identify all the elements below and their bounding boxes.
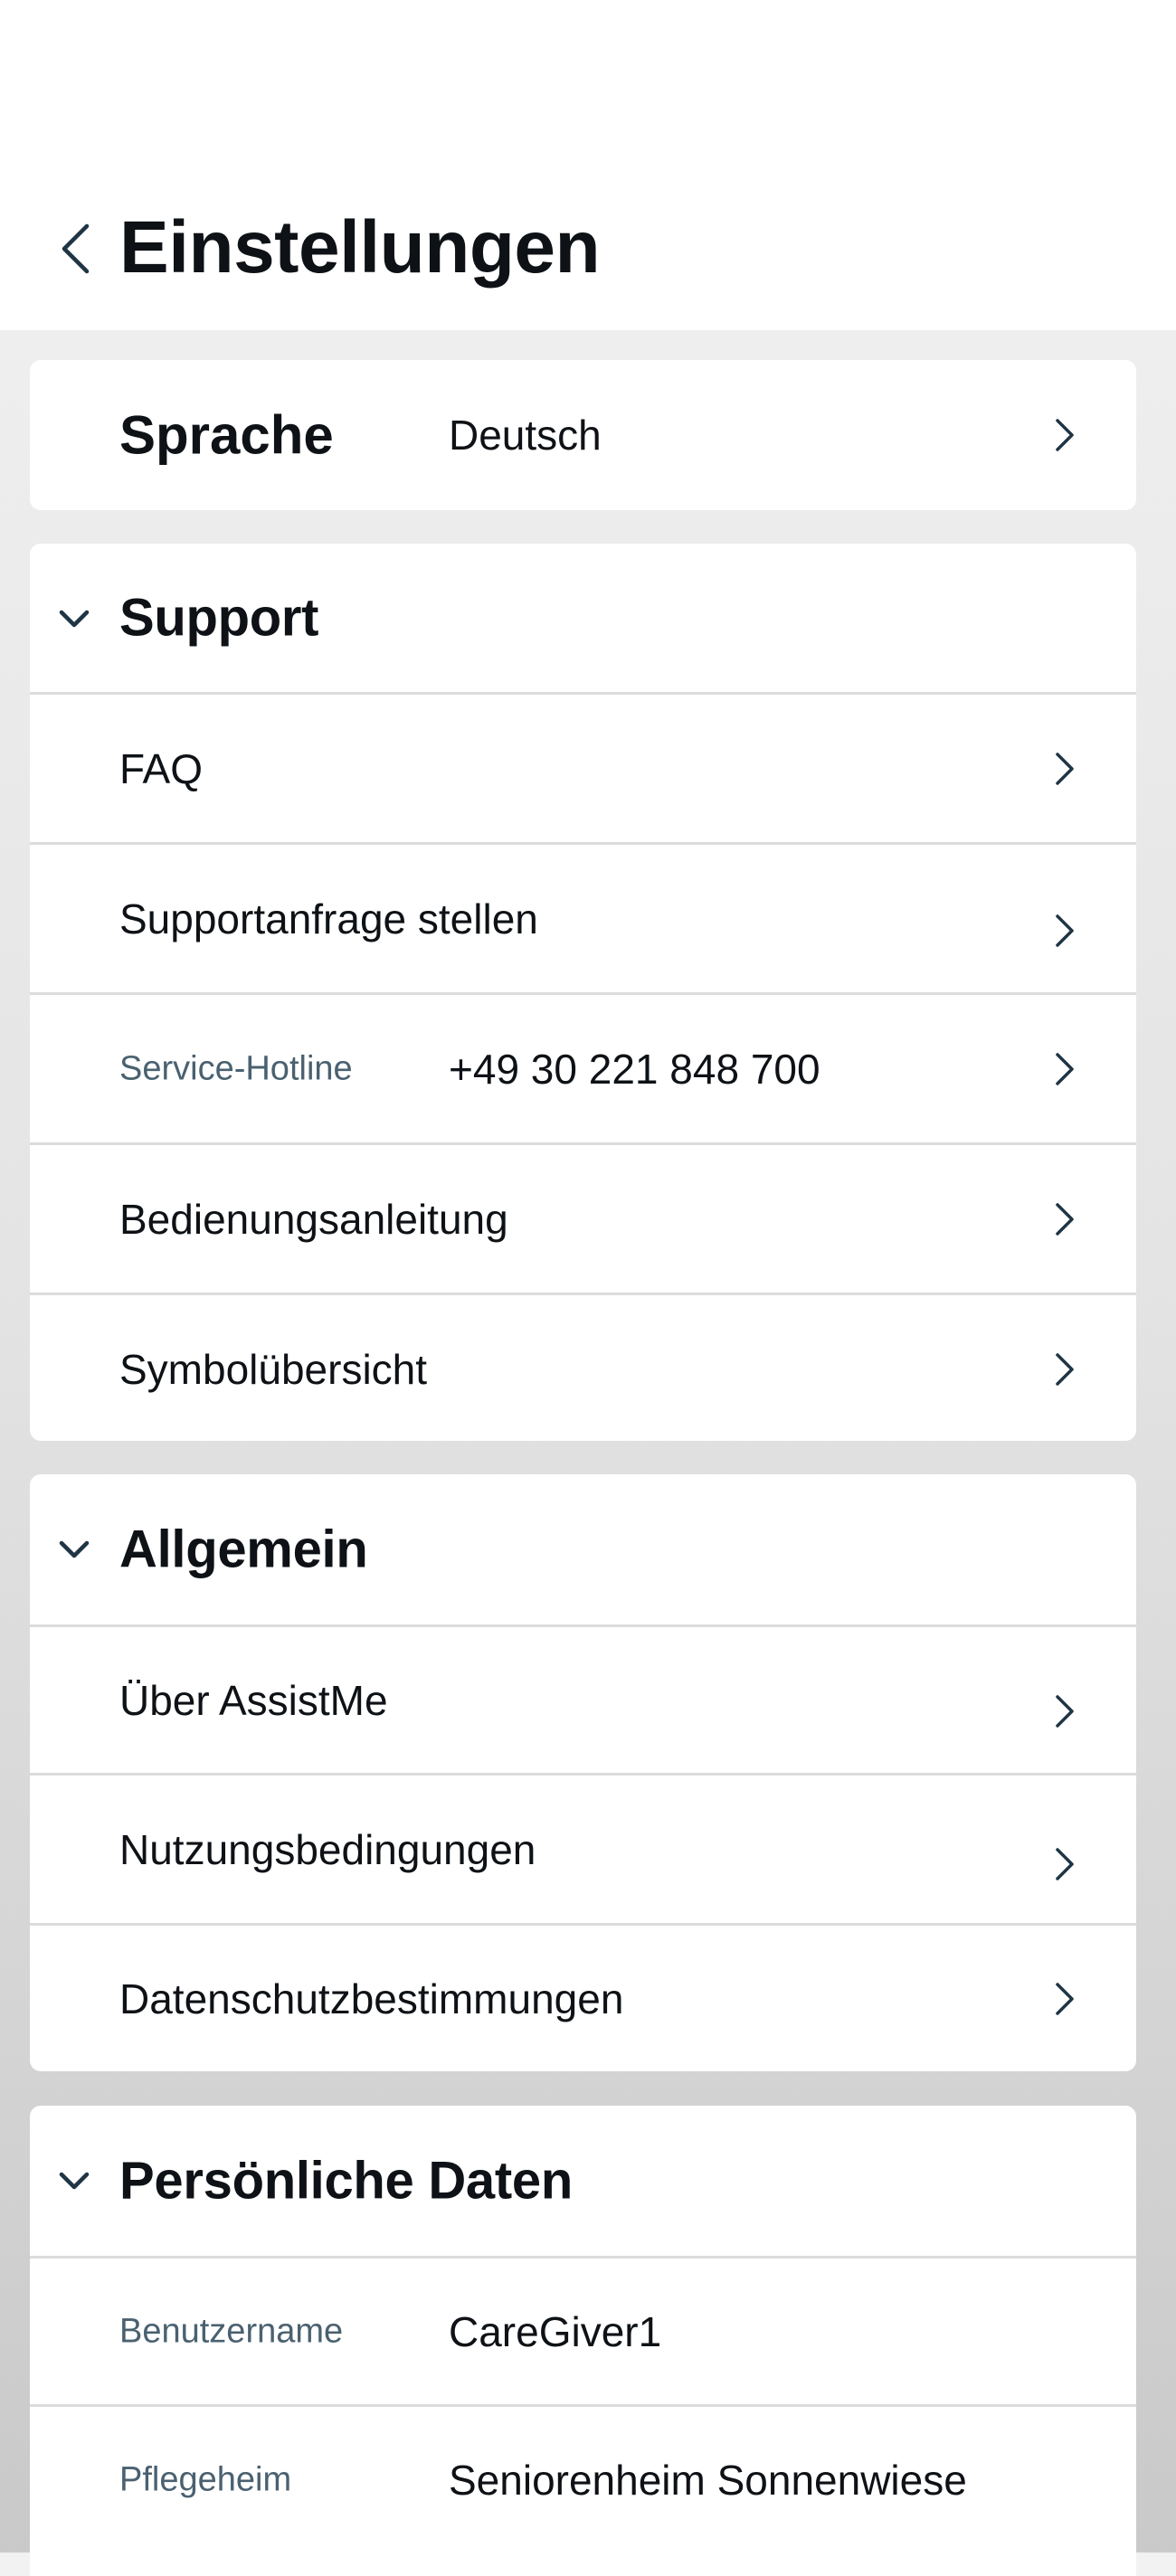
service-hotline-number: +49 30 221 848 700 [449, 1045, 820, 1093]
app-header: Einstellungen [0, 0, 1176, 330]
service-hotline-label: Service-Hotline [119, 1049, 353, 1087]
chevron-left-icon [60, 223, 90, 275]
about-row[interactable]: Über AssistMe [30, 1624, 1136, 1773]
terms-label: Nutzungsbedingungen [119, 1825, 536, 1873]
manual-label: Bedienungsanleitung [119, 1195, 508, 1243]
symbol-overview-label: Symbolübersicht [119, 1345, 428, 1393]
general-card: Allgemein Über AssistMe Nutzungsbedingun… [30, 1474, 1136, 2071]
care-home-label: Pflegeheim [119, 2460, 292, 2498]
language-row[interactable]: Sprache Deutsch [30, 360, 1136, 510]
page-title: Einstellungen [119, 206, 601, 289]
back-button[interactable] [52, 217, 98, 280]
privacy-row[interactable]: Datenschutzbestimmungen [30, 1923, 1136, 2071]
personal-section-header[interactable]: Persönliche Daten [30, 2106, 1136, 2256]
chevron-right-icon [1052, 1693, 1077, 1729]
chevron-right-icon [1052, 751, 1077, 787]
chevron-right-icon [1052, 1846, 1077, 1882]
support-card: Support FAQ Supportanfrage stellen Servi… [30, 544, 1136, 1441]
support-request-row[interactable]: Supportanfrage stellen [30, 842, 1136, 992]
chevron-down-icon [57, 2164, 91, 2198]
chevron-right-icon [1052, 1351, 1077, 1387]
privacy-label: Datenschutzbestimmungen [119, 1975, 624, 2022]
personal-section-title: Persönliche Daten [119, 2151, 573, 2211]
username-value: CareGiver1 [449, 2307, 662, 2355]
care-home-value: Seniorenheim Sonnenwiese [449, 2456, 967, 2504]
language-value: Deutsch [449, 412, 602, 459]
general-section-title: Allgemein [119, 1520, 368, 1579]
symbol-overview-row[interactable]: Symbolübersicht [30, 1293, 1136, 1441]
personal-data-card: Persönliche Daten Benutzername CareGiver… [30, 2106, 1136, 2576]
username-row: Benutzername CareGiver1 [30, 2256, 1136, 2404]
faq-label: FAQ [119, 744, 204, 792]
chevron-right-icon [1052, 417, 1077, 453]
language-card: Sprache Deutsch [30, 360, 1136, 510]
about-label: Über AssistMe [119, 1676, 388, 1724]
support-section-title: Support [119, 588, 319, 648]
support-request-label: Supportanfrage stellen [119, 895, 538, 942]
chevron-right-icon [1052, 913, 1077, 949]
manual-row[interactable]: Bedienungsanleitung [30, 1142, 1136, 1293]
support-section-header[interactable]: Support [30, 544, 1136, 692]
chevron-down-icon [57, 1532, 91, 1567]
chevron-right-icon [1052, 1981, 1077, 2017]
terms-row[interactable]: Nutzungsbedingungen [30, 1773, 1136, 1923]
faq-row[interactable]: FAQ [30, 692, 1136, 842]
chevron-right-icon [1052, 1201, 1077, 1237]
chevron-right-icon [1052, 1051, 1077, 1087]
care-home-row: Pflegeheim Seniorenheim Sonnenwiese [30, 2404, 1136, 2552]
language-label: Sprache [119, 404, 334, 466]
username-label: Benutzername [119, 2312, 344, 2350]
general-section-header[interactable]: Allgemein [30, 1474, 1136, 1624]
chevron-down-icon [57, 601, 91, 636]
service-hotline-row[interactable]: Service-Hotline +49 30 221 848 700 [30, 992, 1136, 1142]
